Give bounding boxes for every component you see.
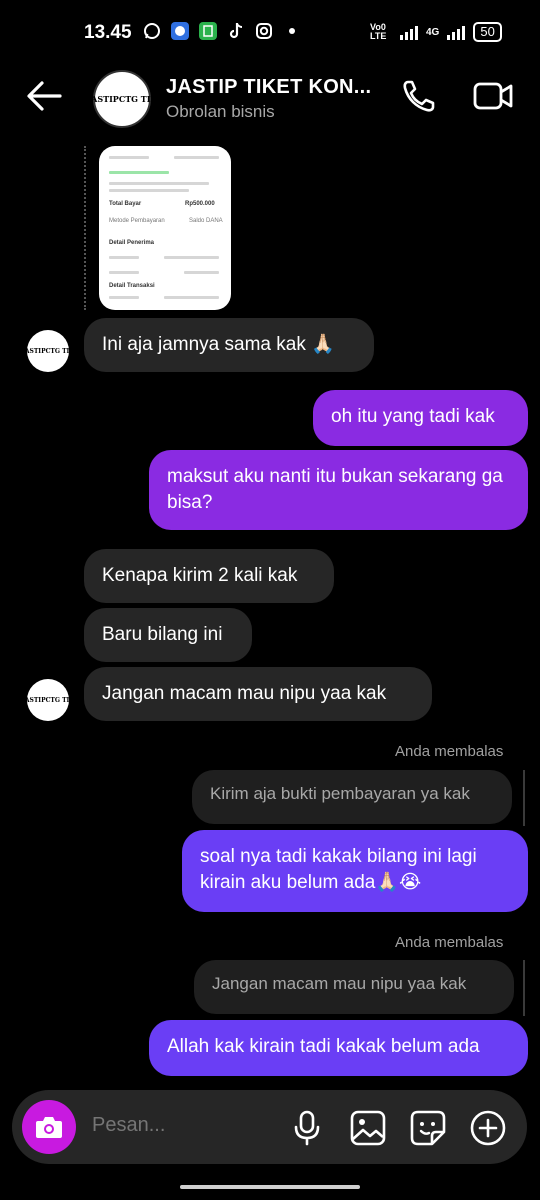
tiktok-icon xyxy=(227,22,245,40)
dot-icon xyxy=(283,22,301,40)
receipt-total-label: Total Bayar xyxy=(109,201,142,207)
message-outgoing[interactable]: maksut aku nanti itu bukan sekarang ga b… xyxy=(149,450,528,530)
volte-label: Vo0 LTE xyxy=(370,22,387,41)
battery-indicator: 50 xyxy=(473,22,502,42)
payment-receipt-image[interactable]: Total Bayar Rp500.000 Metode Pembayaran … xyxy=(99,146,231,310)
message-input[interactable] xyxy=(90,1113,274,1138)
receipt-transaction-label: Detail Transaksi xyxy=(109,283,155,289)
microphone-icon[interactable] xyxy=(287,1108,327,1148)
instagram-icon xyxy=(255,22,273,40)
receipt-total-value: Rp500.000 xyxy=(185,201,215,207)
avatar-text: JASTIPCTG TIX xyxy=(27,347,69,355)
camera-icon xyxy=(36,1117,62,1138)
message-incoming[interactable]: Baru bilang ini xyxy=(84,608,252,662)
whatsapp-icon xyxy=(143,22,161,40)
chat-title[interactable]: JASTIP TIKET KON... xyxy=(166,76,371,99)
thread-line xyxy=(84,146,89,310)
receipt-method-value: Saldo DANA xyxy=(189,218,223,224)
camera-button[interactable] xyxy=(22,1100,76,1154)
quoted-message[interactable]: Kirim aja bukti pembayaran ya kak xyxy=(192,770,512,824)
receipt-recipient-label: Detail Penerima xyxy=(109,240,155,246)
reply-label: Anda membalas xyxy=(395,743,504,760)
signal-icon-2 xyxy=(447,24,466,40)
add-icon[interactable] xyxy=(468,1108,508,1148)
network-type: 4G xyxy=(426,26,440,38)
browser-icon xyxy=(171,22,189,40)
avatar-text: JASTIPCTG TIX xyxy=(87,94,157,104)
reply-bar xyxy=(523,960,525,1016)
sticker-icon[interactable] xyxy=(408,1108,448,1148)
message-incoming[interactable]: Jangan macam mau nipu yaa kak xyxy=(84,667,432,721)
reply-label: Anda membalas xyxy=(395,934,504,951)
message-incoming[interactable]: Kenapa kirim 2 kali kak xyxy=(84,549,334,603)
quoted-message[interactable]: Jangan macam mau nipu yaa kak xyxy=(194,960,514,1014)
notification-icons xyxy=(143,22,301,40)
status-time: 13.45 xyxy=(84,22,132,43)
message-outgoing-reply[interactable]: Allah kak kirain tadi kakak belum ada xyxy=(149,1020,528,1076)
sender-avatar[interactable]: JASTIPCTG TIX xyxy=(27,330,69,372)
message-outgoing[interactable]: oh itu yang tadi kak xyxy=(313,390,528,446)
signal-icon xyxy=(400,24,418,40)
receipt-method-label: Metode Pembayaran xyxy=(109,218,165,224)
chat-avatar[interactable]: JASTIPCTG TIX xyxy=(87,70,157,128)
home-indicator[interactable] xyxy=(180,1185,360,1189)
back-arrow-icon[interactable] xyxy=(24,78,64,114)
message-incoming[interactable]: Ini aja jamnya sama kak 🙏🏻 xyxy=(84,318,374,372)
message-outgoing-reply[interactable]: soal nya tadi kakak bilang ini lagi kira… xyxy=(182,830,528,912)
video-call-icon[interactable] xyxy=(472,78,514,114)
avatar-text: JASTIPCTG TIX xyxy=(27,696,69,704)
gallery-icon[interactable] xyxy=(348,1108,388,1148)
system-status: Vo0 LTE 4G 50 xyxy=(370,22,502,42)
chat-subtitle: Obrolan bisnis xyxy=(166,102,275,121)
app-icon xyxy=(199,22,217,40)
reply-bar xyxy=(523,770,525,826)
phone-call-icon[interactable] xyxy=(400,78,438,114)
sender-avatar[interactable]: JASTIPCTG TIX xyxy=(27,679,69,721)
